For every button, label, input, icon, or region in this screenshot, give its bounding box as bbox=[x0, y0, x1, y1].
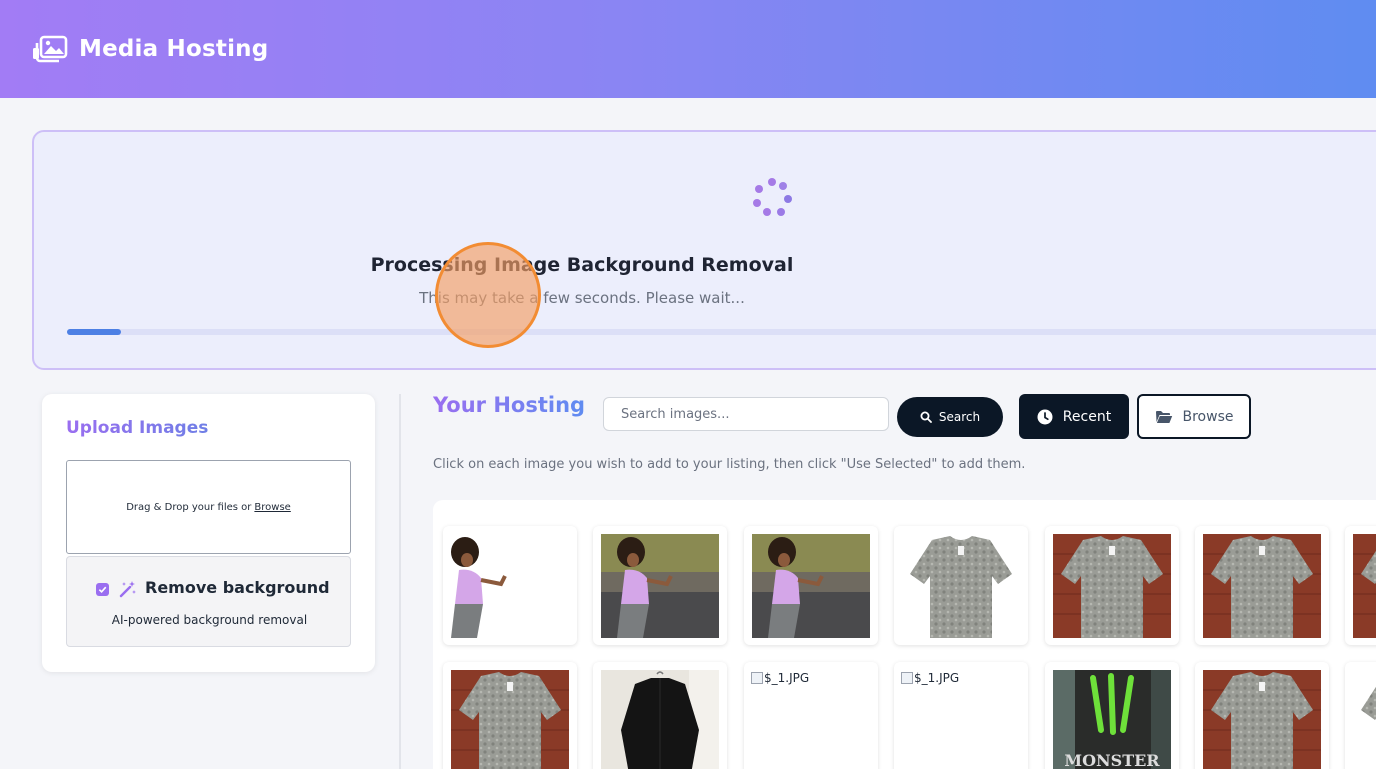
gallery-thumbnail bbox=[443, 534, 561, 638]
gallery-image-tile[interactable] bbox=[1195, 662, 1329, 769]
gallery-thumbnail bbox=[1203, 670, 1321, 769]
gallery-image-tile[interactable] bbox=[443, 662, 577, 769]
gallery-image-tile[interactable]: MONSTER bbox=[1045, 662, 1179, 769]
instructions-text: Click on each image you wish to add to y… bbox=[433, 457, 1026, 472]
click-indicator bbox=[435, 242, 541, 348]
gallery-thumbnail bbox=[1053, 534, 1171, 638]
gallery-thumbnail bbox=[1203, 534, 1321, 638]
image-gallery: $_1.JPG $_1.JPG MONSTER bbox=[433, 500, 1376, 769]
processing-title: Processing Image Background Removal bbox=[370, 254, 794, 276]
remove-background-option: Remove background AI-powered background … bbox=[66, 556, 351, 647]
search-button-label: Search bbox=[938, 410, 981, 424]
upload-title: Upload Images bbox=[66, 418, 209, 438]
gallery-thumbnail: MONSTER bbox=[1053, 670, 1171, 769]
gallery-thumbnail bbox=[1353, 534, 1376, 638]
gallery-image-tile[interactable] bbox=[894, 526, 1028, 645]
broken-image-alt: $_1.JPG bbox=[751, 671, 809, 685]
browse-button[interactable]: Browse bbox=[1137, 394, 1251, 439]
broken-image-alt-text: $_1.JPG bbox=[764, 671, 810, 685]
remove-background-checkbox[interactable] bbox=[96, 583, 109, 596]
gallery-image-tile[interactable] bbox=[1345, 662, 1376, 769]
gallery-thumbnail bbox=[601, 534, 719, 638]
gallery-thumbnail bbox=[601, 670, 719, 769]
upload-card: Upload Images Drag & Drop your files or … bbox=[42, 394, 375, 672]
search-button[interactable]: Search bbox=[897, 397, 1003, 437]
svg-text:MONSTER: MONSTER bbox=[1064, 751, 1160, 769]
hosting-title: Your Hosting bbox=[433, 393, 586, 417]
gallery-image-tile[interactable] bbox=[744, 526, 878, 645]
app-title: Media Hosting bbox=[79, 36, 269, 62]
broken-image-alt: $_1.JPG bbox=[901, 671, 959, 685]
broken-image-alt-text: $_1.JPG bbox=[914, 671, 960, 685]
check-icon bbox=[98, 586, 107, 594]
recent-button[interactable]: Recent bbox=[1019, 394, 1129, 439]
gallery-image-tile[interactable] bbox=[443, 526, 577, 645]
gallery-image-tile[interactable]: $_1.JPG bbox=[894, 662, 1028, 769]
progress-bar-fill bbox=[67, 329, 121, 335]
gallery-thumbnail bbox=[902, 534, 1020, 638]
search-icon bbox=[920, 411, 932, 423]
dropzone-text: Drag & Drop your files or bbox=[126, 501, 252, 513]
gallery-thumbnail bbox=[752, 534, 870, 638]
broken-image-icon bbox=[901, 672, 913, 684]
gallery-image-tile[interactable] bbox=[1195, 526, 1329, 645]
gallery-image-tile[interactable] bbox=[593, 662, 727, 769]
gallery-image-tile[interactable] bbox=[1345, 526, 1376, 645]
gallery-image-tile[interactable] bbox=[1045, 526, 1179, 645]
dropzone-browse-link[interactable]: Browse bbox=[254, 502, 290, 513]
broken-image-icon bbox=[751, 672, 763, 684]
gallery-thumbnail bbox=[451, 670, 569, 769]
recent-button-label: Recent bbox=[1062, 408, 1112, 425]
search-input[interactable] bbox=[603, 397, 889, 431]
folder-open-icon bbox=[1155, 410, 1172, 423]
progress-bar bbox=[67, 329, 1376, 335]
app-header: Media Hosting bbox=[0, 0, 1376, 98]
column-divider bbox=[399, 394, 401, 769]
magic-wand-icon bbox=[119, 581, 136, 598]
images-icon bbox=[33, 35, 68, 63]
gallery-image-tile[interactable] bbox=[593, 526, 727, 645]
remove-background-description: AI-powered background removal bbox=[111, 613, 308, 627]
spinner-icon bbox=[753, 178, 792, 216]
clock-icon bbox=[1037, 409, 1053, 424]
gallery-image-tile[interactable]: $_1.JPG bbox=[744, 662, 878, 769]
processing-panel: Processing Image Background Removal This… bbox=[32, 130, 1376, 370]
dropzone[interactable]: Drag & Drop your files or Browse bbox=[66, 460, 351, 554]
browse-button-label: Browse bbox=[1182, 408, 1234, 425]
gallery-thumbnail bbox=[1353, 670, 1376, 769]
remove-background-label: Remove background bbox=[145, 578, 330, 597]
